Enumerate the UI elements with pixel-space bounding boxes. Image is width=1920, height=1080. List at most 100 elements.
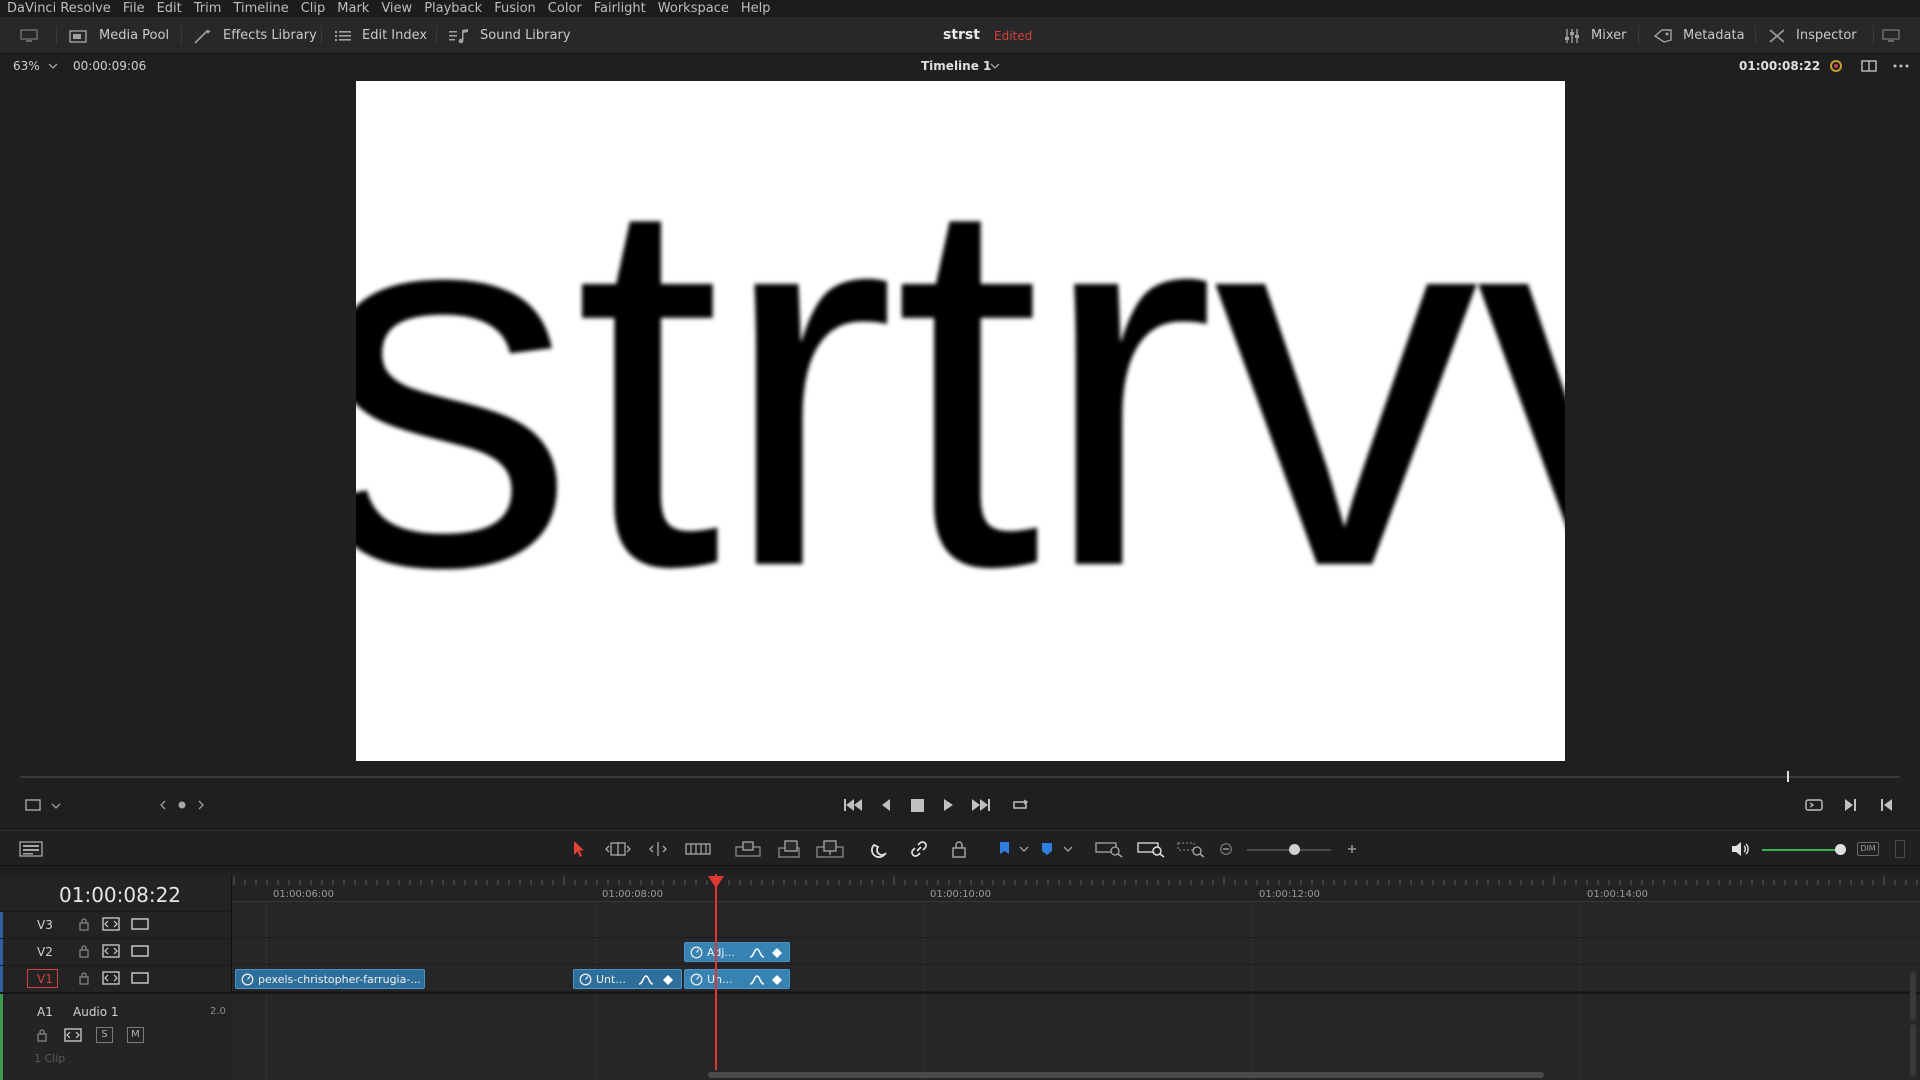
volume-slider-track[interactable] bbox=[1762, 849, 1840, 851]
more-options-icon[interactable] bbox=[1893, 64, 1909, 68]
edit-index-button[interactable]: Edit Index bbox=[334, 17, 427, 54]
menu-clip[interactable]: Clip bbox=[295, 0, 332, 17]
menu-workspace[interactable]: Workspace bbox=[652, 0, 735, 17]
lane-v2[interactable] bbox=[232, 938, 1920, 965]
track-header-v3[interactable]: V3 bbox=[0, 911, 232, 939]
track-visibility-icon[interactable] bbox=[131, 944, 149, 958]
sound-library-button[interactable]: Sound Library bbox=[448, 17, 571, 54]
audio-meter-toggle[interactable] bbox=[1895, 840, 1905, 858]
chevron-down-icon[interactable] bbox=[51, 803, 61, 809]
dual-view-icon[interactable] bbox=[1861, 59, 1877, 73]
blade-tool-button[interactable] bbox=[684, 839, 712, 859]
lock-icon[interactable] bbox=[78, 944, 90, 958]
track-header-v2[interactable]: V2 bbox=[0, 938, 232, 966]
zoom-custom-button[interactable] bbox=[1176, 839, 1206, 859]
media-pool-button[interactable]: Media Pool bbox=[69, 17, 169, 54]
menu-fairlight[interactable]: Fairlight bbox=[588, 0, 652, 17]
chevron-down-icon[interactable] bbox=[48, 63, 58, 69]
timeline-playhead[interactable] bbox=[715, 874, 717, 1070]
viewer-zoom[interactable]: 63% bbox=[13, 59, 40, 73]
lock-icon[interactable] bbox=[78, 917, 90, 931]
zoom-full-button[interactable] bbox=[1094, 839, 1124, 859]
viewer-scrub-playhead[interactable] bbox=[1787, 771, 1790, 782]
menu-timeline[interactable]: Timeline bbox=[227, 0, 294, 17]
viewer-mode-button[interactable] bbox=[22, 795, 44, 815]
auto-track-select-icon[interactable] bbox=[102, 971, 120, 985]
chevron-down-icon[interactable] bbox=[1063, 846, 1073, 852]
play-button[interactable] bbox=[937, 795, 959, 815]
timeline-view-options-button[interactable] bbox=[18, 839, 44, 859]
lane-v1[interactable] bbox=[232, 965, 1920, 992]
lane-v3[interactable] bbox=[232, 911, 1920, 938]
track-vscroll-video[interactable] bbox=[1910, 972, 1916, 1020]
dim-button[interactable]: DIM bbox=[1857, 842, 1879, 856]
clip-v1-untitled-2[interactable]: Un... bbox=[684, 969, 790, 989]
dynamic-trim-button[interactable] bbox=[644, 839, 672, 859]
prev-edit-button[interactable] bbox=[1876, 795, 1898, 815]
marker-button[interactable] bbox=[1040, 839, 1054, 859]
go-to-start-button[interactable] bbox=[842, 795, 864, 815]
menu-app[interactable]: DaVinci Resolve bbox=[0, 0, 117, 17]
effects-library-button[interactable]: Effects Library bbox=[193, 17, 317, 54]
selection-tool-button[interactable] bbox=[568, 839, 588, 859]
timeline-tracks-area[interactable]: Adj... pexels-christopher-farrugia-... U… bbox=[232, 902, 1920, 1080]
menu-trim[interactable]: Trim bbox=[188, 0, 228, 17]
step-back-button[interactable] bbox=[875, 795, 897, 815]
timeline-hscroll[interactable] bbox=[708, 1072, 1544, 1078]
menu-view[interactable]: View bbox=[375, 0, 418, 17]
menu-fusion[interactable]: Fusion bbox=[488, 0, 542, 17]
auto-track-select-icon[interactable] bbox=[64, 1028, 82, 1042]
menu-help[interactable]: Help bbox=[735, 0, 777, 17]
track-visibility-icon[interactable] bbox=[131, 971, 149, 985]
menu-edit[interactable]: Edit bbox=[151, 0, 188, 17]
solo-button[interactable]: S bbox=[96, 1027, 113, 1043]
clip-v1-untitled-1[interactable]: Unt... bbox=[573, 969, 682, 989]
viewer-frame[interactable]: strtrvv bbox=[356, 81, 1565, 761]
panel-toggle-left[interactable] bbox=[20, 17, 48, 54]
mixer-button[interactable]: Mixer bbox=[1563, 17, 1626, 54]
volume-button[interactable] bbox=[1731, 839, 1751, 859]
track-name-a1[interactable]: Audio 1 bbox=[73, 1005, 119, 1019]
timeline-zoom-handle[interactable] bbox=[1289, 844, 1300, 855]
mute-button[interactable]: M bbox=[127, 1027, 144, 1043]
zoom-detail-button[interactable] bbox=[1136, 839, 1166, 859]
position-lock-button[interactable] bbox=[947, 839, 971, 859]
track-vscroll-audio[interactable] bbox=[1910, 1024, 1916, 1076]
lock-icon[interactable] bbox=[78, 971, 90, 985]
track-visibility-icon[interactable] bbox=[131, 917, 149, 931]
track-header-a1[interactable]: A1 Audio 1 2.0 S M 1 Clip bbox=[0, 992, 232, 1080]
lock-icon[interactable] bbox=[36, 1028, 48, 1042]
color-wheel-icon[interactable] bbox=[1828, 58, 1844, 74]
match-frame-button[interactable] bbox=[1803, 795, 1825, 815]
auto-track-select-icon[interactable] bbox=[102, 944, 120, 958]
snapping-button[interactable] bbox=[868, 839, 892, 859]
timeline-selector[interactable]: Timeline 1 bbox=[921, 59, 991, 73]
clip-navigator[interactable] bbox=[158, 795, 206, 815]
loop-button[interactable] bbox=[1009, 795, 1031, 815]
timeline-playhead-handle[interactable] bbox=[708, 876, 724, 888]
volume-slider-handle[interactable] bbox=[1835, 844, 1846, 855]
insert-clip-button[interactable] bbox=[734, 839, 762, 859]
inspector-button[interactable]: Inspector bbox=[1768, 17, 1857, 54]
auto-track-select-icon[interactable] bbox=[102, 917, 120, 931]
zoom-out-button[interactable] bbox=[1219, 839, 1233, 859]
clip-v2-adjustment[interactable]: Adj... bbox=[684, 942, 790, 962]
linked-selection-button[interactable] bbox=[907, 839, 931, 859]
go-to-end-button[interactable] bbox=[970, 795, 992, 815]
metadata-button[interactable]: Metadata bbox=[1653, 17, 1745, 54]
menu-playback[interactable]: Playback bbox=[418, 0, 488, 17]
panel-toggle-right[interactable] bbox=[1882, 17, 1910, 54]
track-header-v1[interactable]: V1 bbox=[0, 965, 232, 993]
menu-color[interactable]: Color bbox=[542, 0, 588, 17]
next-edit-button[interactable] bbox=[1839, 795, 1861, 815]
trim-tool-button[interactable] bbox=[604, 839, 632, 859]
viewer-scrub-bar[interactable] bbox=[20, 776, 1900, 778]
menu-file[interactable]: File bbox=[117, 0, 151, 17]
replace-clip-button[interactable] bbox=[815, 839, 845, 859]
overwrite-clip-button[interactable] bbox=[775, 839, 803, 859]
timeline-ruler[interactable]: 01:00:06:00 01:00:08:00 01:00:10:00 01:0… bbox=[232, 874, 1920, 902]
menu-mark[interactable]: Mark bbox=[331, 0, 375, 17]
zoom-in-button[interactable] bbox=[1345, 839, 1359, 859]
stop-button[interactable] bbox=[906, 795, 928, 815]
clip-v1-pexels[interactable]: pexels-christopher-farrugia-... bbox=[235, 969, 425, 989]
